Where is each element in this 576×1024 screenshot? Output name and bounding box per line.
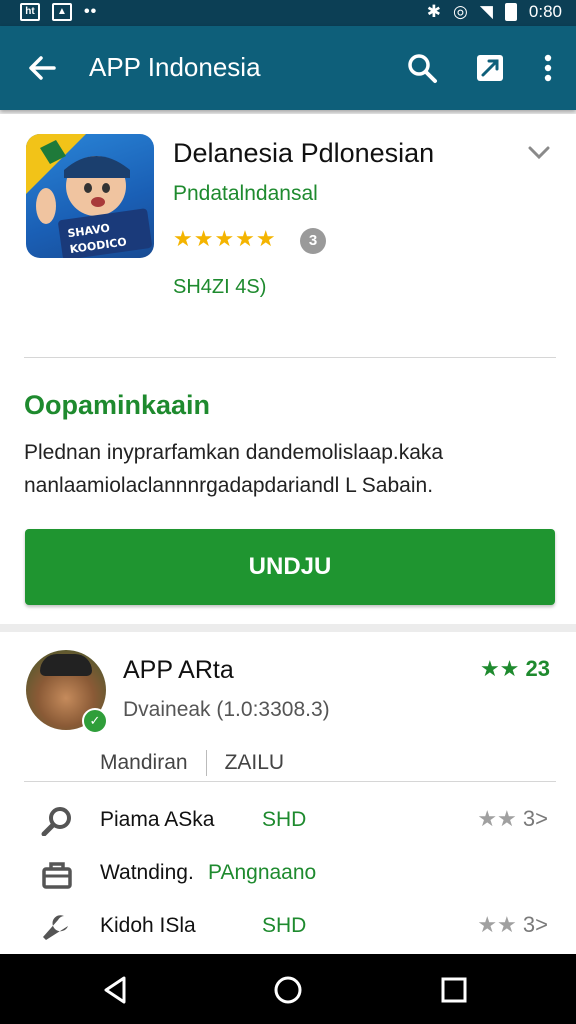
shopping-bag-icon: [42, 862, 72, 889]
review-rating: ★★ 23: [480, 656, 550, 682]
status-time: 0:80: [528, 2, 562, 21]
app-description: Plednan inyprarfamkan dandemolislaap.kak…: [24, 436, 544, 502]
battery-icon: [504, 3, 517, 21]
list-item-stars: ★★: [477, 806, 517, 831]
review-stars: ★★: [479, 656, 520, 681]
app-icon-artwork: SHAVO KOODICO: [26, 134, 152, 258]
navigation-bar: [0, 954, 576, 1024]
wifi-icon: ◥: [479, 2, 493, 21]
app-details-card: SHAVO KOODICO Delanesia Pdlonesian Pndat…: [0, 114, 576, 624]
app-icon[interactable]: SHAVO KOODICO: [26, 134, 154, 258]
status-bar: ht ▲ •• ✱ ◎ ◥ 0:80: [0, 0, 576, 26]
reviewer-name: APP ARta: [123, 656, 234, 684]
section-title: Oopaminkaain: [24, 390, 211, 420]
app-bar: APP Indonesia: [0, 26, 576, 110]
divider: [24, 357, 556, 358]
rating-stars: ★★★★★: [173, 226, 277, 251]
search-key-icon: [41, 807, 71, 836]
chevron-down-icon[interactable]: [528, 146, 550, 160]
list-item-count: 3>: [522, 806, 548, 831]
list-item-stars: ★★: [477, 912, 517, 937]
list-item-value: SHD: [262, 914, 307, 937]
alarm-icon: ◎: [452, 2, 468, 21]
nav-home-icon[interactable]: [272, 974, 304, 1006]
list-item[interactable]: Kidoh ISla SHD ★★ 3>: [0, 908, 576, 948]
divider: [24, 781, 556, 782]
tag-separator: [205, 750, 207, 776]
description-line: Plednan inyprarfamkan dandemolislaap.kak…: [24, 441, 444, 464]
wrench-icon: [43, 915, 68, 940]
overflow-menu-icon[interactable]: [530, 50, 566, 86]
nav-recents-icon[interactable]: [438, 974, 470, 1006]
back-arrow-icon[interactable]: [24, 50, 60, 86]
app-bar-title: APP Indonesia: [89, 52, 261, 82]
developer-name[interactable]: Pndatalndansal: [173, 182, 318, 206]
list-item-label: Piama ASka: [100, 808, 215, 831]
image-notification-icon: ▲: [52, 3, 72, 21]
nav-back-icon[interactable]: [100, 974, 132, 1006]
tag[interactable]: Mandiran: [100, 751, 188, 775]
notification-icon: ht: [20, 3, 40, 21]
avatar-hat: [40, 654, 92, 676]
list-item-rating: ★★ 3>: [477, 806, 548, 832]
search-icon[interactable]: [404, 50, 440, 86]
list-item[interactable]: Watnding. PAngnaano: [0, 855, 576, 895]
description-line: nanlaamiolaclannnrgadapdariandl L Sabain…: [24, 474, 434, 497]
list-item-rating: ★★ 3>: [477, 912, 548, 938]
review-rating-count: 23: [525, 656, 550, 681]
list-item-label: Kidoh ISla: [100, 914, 196, 937]
list-item-value: SHD: [262, 808, 307, 831]
list-item[interactable]: Piama ASka SHD ★★ 3>: [0, 802, 576, 842]
review-card: ✓ APP ARta ★★ 23 Dvaineak (1.0:3308.3) M…: [0, 632, 576, 954]
list-item-label: Watnding.: [100, 861, 194, 884]
tag[interactable]: ZAILU: [225, 751, 285, 775]
avatar[interactable]: ✓: [26, 650, 108, 734]
review-meta: Dvaineak (1.0:3308.3): [123, 698, 330, 721]
info-icon[interactable]: 3: [300, 228, 326, 254]
app-name: Delanesia Pdlonesian: [173, 138, 435, 168]
app-price: SH4ZI 4S): [173, 276, 267, 298]
install-button[interactable]: UNDJU: [25, 529, 555, 605]
list-item-value: PAngnaano: [208, 861, 317, 884]
more-notifications-icon: ••: [84, 3, 98, 20]
share-icon[interactable]: [472, 50, 508, 86]
list-item-count: 3>: [522, 912, 548, 937]
review-tags: Mandiran ZAILU: [100, 750, 284, 776]
bluetooth-icon: ✱: [426, 2, 441, 21]
verified-badge-icon: ✓: [82, 708, 108, 734]
